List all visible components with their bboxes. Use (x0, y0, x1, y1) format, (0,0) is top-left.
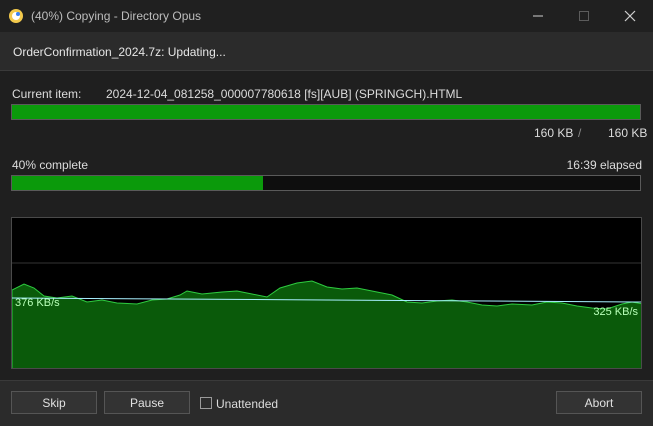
rate-area (12, 280, 641, 368)
current-item-progress-fill (12, 105, 640, 119)
title-bar: (40%) Copying - Directory Opus (0, 0, 653, 32)
current-item-filename: 2024-12-04_081258_000007780618 [fs][AUB]… (106, 87, 463, 101)
current-item-label: Current item: (12, 87, 82, 101)
unattended-checkbox[interactable] (200, 397, 212, 409)
abort-button[interactable]: Abort (556, 391, 642, 414)
status-area: OrderConfirmation_2024.7z: Updating... (0, 32, 653, 71)
size-separator: / (578, 126, 582, 140)
percent-complete-label: 40% complete (12, 158, 89, 172)
directory-opus-icon (8, 8, 24, 24)
overall-progress-bar (11, 175, 641, 191)
elapsed-time: 16:39 elapsed (566, 158, 642, 172)
size-done: 160 KB (534, 126, 574, 140)
current-item-progress-bar (11, 104, 641, 120)
unattended-label[interactable]: Unattended (216, 397, 278, 411)
pause-button[interactable]: Pause (104, 391, 190, 414)
footer: Skip Pause Unattended Abort (0, 380, 653, 426)
rate-right-label: 325 KB/s (593, 306, 638, 318)
minimize-button[interactable] (515, 0, 561, 32)
transfer-rate-graph: 376 KB/s 325 KB/s (11, 217, 642, 369)
size-total: 160 KB (608, 126, 648, 140)
overall-progress-fill (12, 176, 264, 190)
close-button[interactable] (607, 0, 653, 32)
maximize-button[interactable] (561, 0, 607, 32)
status-text: OrderConfirmation_2024.7z: Updating... (13, 45, 226, 59)
skip-button[interactable]: Skip (11, 391, 97, 414)
rate-left-label: 376 KB/s (15, 297, 60, 309)
window-title: (40%) Copying - Directory Opus (31, 9, 202, 23)
